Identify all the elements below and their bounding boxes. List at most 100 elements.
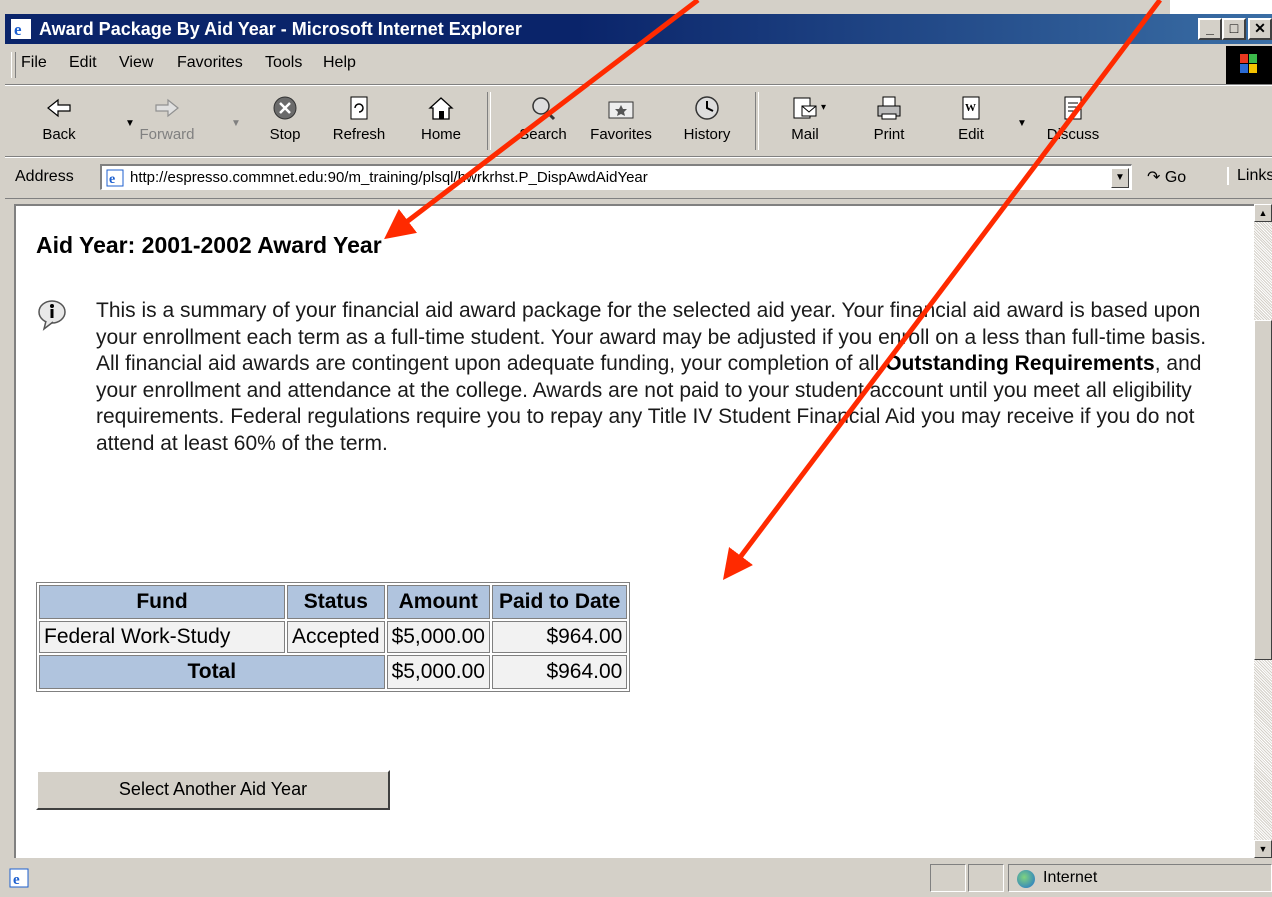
- mail-label: Mail: [791, 126, 819, 143]
- info-icon: [38, 300, 66, 331]
- home-icon: [428, 97, 454, 120]
- address-url: http://espresso.commnet.edu:90/m_trainin…: [130, 169, 648, 186]
- minimize-button[interactable]: _: [1198, 18, 1222, 40]
- toolbar-separator: [487, 92, 491, 150]
- title-bar: e Award Package By Aid Year - Microsoft …: [5, 14, 1272, 44]
- menu-favorites[interactable]: Favorites: [177, 54, 243, 72]
- stop-label: Stop: [269, 126, 301, 143]
- back-arrow-icon: [47, 98, 71, 118]
- search-button[interactable]: Search: [511, 88, 575, 154]
- total-label: Total: [39, 655, 385, 689]
- edit-dropdown-icon[interactable]: ▼: [1017, 118, 1027, 129]
- edit-label: Edit: [958, 126, 984, 143]
- refresh-label: Refresh: [332, 126, 386, 143]
- col-status: Status: [287, 585, 385, 619]
- page-title: Aid Year: 2001-2002 Award Year: [36, 232, 382, 258]
- address-dropdown-icon[interactable]: ▼: [1111, 168, 1129, 188]
- amount-cell: $5,000.00: [386, 621, 490, 653]
- back-dropdown-icon[interactable]: ▼: [125, 118, 135, 129]
- menu-file[interactable]: File: [21, 54, 47, 72]
- history-button[interactable]: History: [675, 88, 739, 154]
- paid-cell: $964.00: [492, 621, 628, 653]
- menu-bar: File Edit View Favorites Tools Help: [5, 46, 1272, 85]
- col-amount: Amount: [386, 585, 490, 619]
- status-bar: e Internet: [5, 860, 1272, 897]
- mail-dropdown-icon[interactable]: ▾: [821, 102, 826, 113]
- table-header-row: Fund Status Amount Paid to Date: [39, 585, 628, 619]
- history-icon: [695, 96, 719, 120]
- fund-cell: Federal Work-Study: [39, 621, 285, 653]
- maximize-button[interactable]: □: [1222, 18, 1246, 40]
- mail-icon: [793, 97, 817, 119]
- discuss-button[interactable]: Discuss: [1041, 88, 1105, 154]
- print-label: Print: [873, 126, 905, 143]
- back-button[interactable]: Back: [27, 88, 91, 154]
- stop-button[interactable]: Stop: [253, 88, 317, 154]
- svg-text:e: e: [14, 20, 22, 39]
- page-icon: e: [106, 169, 124, 187]
- svg-text:e: e: [109, 172, 115, 187]
- page-content: Aid Year: 2001-2002 Award Year This is a…: [14, 204, 1254, 858]
- stop-icon: [273, 96, 297, 120]
- security-zone: Internet: [1008, 864, 1272, 892]
- outstanding-requirements-text: Outstanding Requirements: [885, 352, 1155, 375]
- total-paid-cell: $964.00: [492, 655, 628, 689]
- status-pane: [968, 864, 1004, 892]
- home-button[interactable]: Home: [409, 88, 473, 154]
- menu-grip: [11, 52, 16, 78]
- forward-button[interactable]: Forward: [135, 88, 199, 154]
- total-amount-cell: $5,000.00: [386, 655, 490, 689]
- scroll-up-icon[interactable]: ▲: [1254, 204, 1272, 222]
- vertical-scrollbar[interactable]: ▲ ▼: [1254, 204, 1272, 858]
- scroll-down-icon[interactable]: ▼: [1254, 840, 1272, 858]
- forward-dropdown-icon[interactable]: ▼: [231, 118, 241, 129]
- status-cell: Accepted: [287, 621, 385, 653]
- menu-help[interactable]: Help: [323, 54, 356, 72]
- print-button[interactable]: Print: [857, 88, 921, 154]
- windows-logo-icon: [1226, 46, 1272, 84]
- window-title: Award Package By Aid Year - Microsoft In…: [39, 19, 522, 39]
- go-button[interactable]: ↷ Go: [1147, 167, 1186, 187]
- page-status-icon: e: [9, 868, 29, 888]
- favorites-button[interactable]: Favorites: [589, 88, 653, 154]
- menu-edit[interactable]: Edit: [69, 54, 97, 72]
- background-strip: [1170, 0, 1272, 14]
- discuss-label: Discuss: [1046, 126, 1100, 143]
- award-table: Fund Status Amount Paid to Date Federal …: [36, 582, 631, 692]
- svg-text:W: W: [965, 102, 976, 114]
- status-pane: [930, 864, 966, 892]
- table-row: Federal Work-Study Accepted $5,000.00 $9…: [39, 621, 628, 653]
- favorites-folder-icon: [608, 101, 634, 119]
- menu-tools[interactable]: Tools: [265, 54, 302, 72]
- go-arrow-icon: ↷: [1147, 169, 1161, 186]
- total-row: Total $5,000.00 $964.00: [39, 655, 628, 689]
- select-another-aid-year-button[interactable]: Select Another Aid Year: [36, 770, 390, 810]
- refresh-button[interactable]: Refresh: [327, 88, 391, 154]
- search-icon: [532, 97, 556, 121]
- globe-icon: [1017, 870, 1035, 888]
- edit-button[interactable]: W Edit: [939, 88, 1003, 154]
- standard-toolbar: Back ▼ Forward ▼ Stop Refresh Home Searc…: [5, 86, 1272, 157]
- toolbar-separator: [755, 92, 759, 150]
- menu-view[interactable]: View: [119, 54, 153, 72]
- info-paragraph: This is a summary of your financial aid …: [96, 298, 1226, 457]
- scroll-thumb[interactable]: [1254, 320, 1272, 660]
- col-paid-to-date: Paid to Date: [492, 585, 628, 619]
- links-button[interactable]: Links: [1227, 167, 1272, 185]
- word-edit-icon: W: [962, 96, 980, 120]
- refresh-icon: [350, 96, 368, 120]
- address-input[interactable]: e http://espresso.commnet.edu:90/m_train…: [100, 164, 1132, 190]
- home-label: Home: [420, 126, 461, 143]
- col-fund: Fund: [39, 585, 285, 619]
- browser-window: e Award Package By Aid Year - Microsoft …: [0, 0, 1272, 897]
- close-button[interactable]: ✕: [1248, 18, 1272, 40]
- favorites-label: Favorites: [590, 126, 652, 143]
- search-label: Search: [519, 126, 567, 143]
- back-label: Back: [42, 126, 76, 143]
- mail-button[interactable]: Mail: [773, 88, 837, 154]
- history-label: History: [683, 126, 731, 143]
- go-label: Go: [1164, 169, 1187, 186]
- ie-logo-icon: e: [11, 19, 31, 39]
- address-label: Address: [15, 168, 74, 185]
- printer-icon: [877, 96, 901, 120]
